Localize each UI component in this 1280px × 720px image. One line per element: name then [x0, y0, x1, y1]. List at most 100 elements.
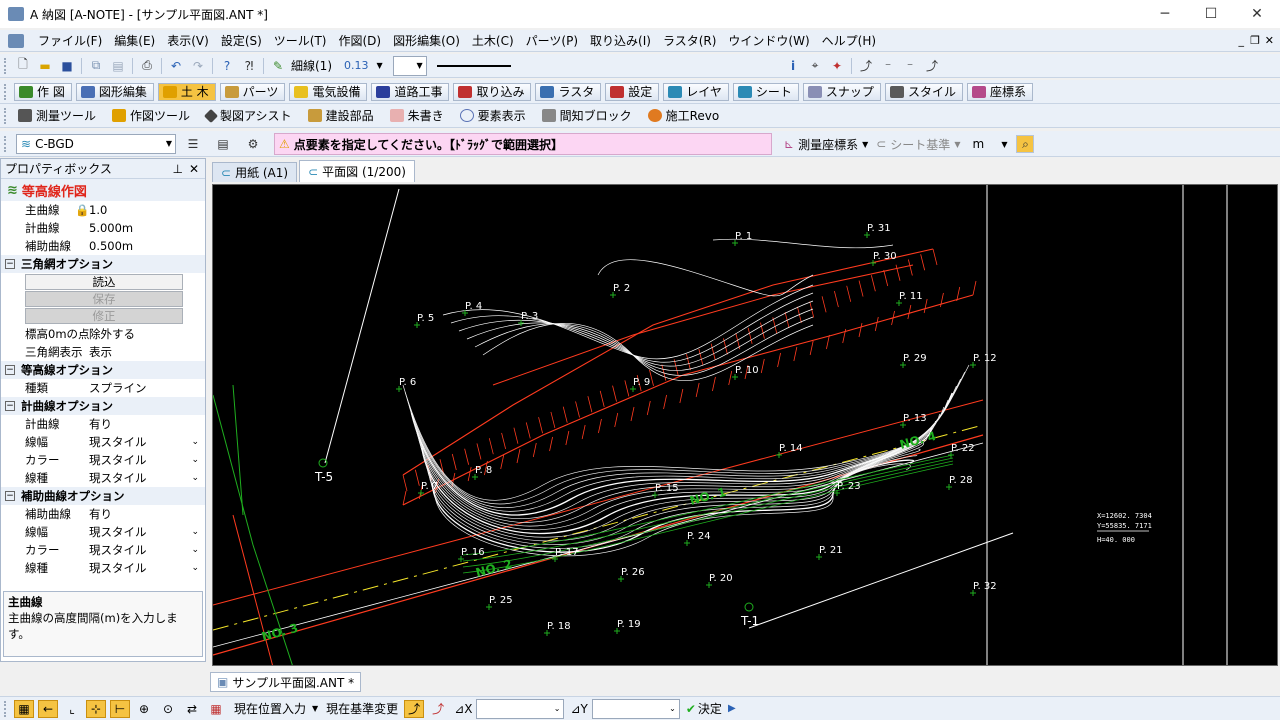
- main-contour-row[interactable]: 主曲線 🔒 1.0: [1, 201, 205, 219]
- elevation-zero-row[interactable]: 標高0mの点 除外する: [1, 325, 205, 343]
- snap-point-icon[interactable]: ⊹: [86, 699, 106, 718]
- menu-edit[interactable]: 編集(E): [108, 30, 161, 52]
- undo-icon[interactable]: ↶: [167, 57, 185, 75]
- tab-coord[interactable]: 座標系: [966, 82, 1033, 101]
- chevron-down-icon[interactable]: ⌄: [191, 545, 199, 555]
- prop-value[interactable]: 現スタイル: [69, 434, 205, 450]
- menu-raster[interactable]: ラスタ(R): [657, 30, 722, 52]
- layer-combo[interactable]: ≋ C-BGD ▼: [16, 133, 176, 154]
- sheet-base-label[interactable]: シート基準: [890, 136, 950, 153]
- drawing-canvas[interactable]: P. 1 P. 2 P. 3 P. 4 P. 5 P. 6 P. 7 P. 8 P. 9 P. 1…: [212, 184, 1278, 666]
- aux-color-row[interactable]: カラー 現スタイル ⌄: [1, 541, 205, 559]
- index-color-row[interactable]: カラー 現スタイル ⌄: [1, 451, 205, 469]
- help-icon[interactable]: ?: [218, 57, 236, 75]
- paste-icon[interactable]: ▤: [109, 57, 127, 75]
- menu-parts[interactable]: パーツ(P): [520, 30, 584, 52]
- drafting-assist-button[interactable]: 製図アシスト: [203, 106, 292, 126]
- grid-icon[interactable]: ▦: [14, 699, 34, 718]
- redo-icon[interactable]: ↷: [189, 57, 207, 75]
- chevron-down-icon[interactable]: ⌄: [191, 473, 199, 483]
- arrow-left-icon[interactable]: ←: [38, 699, 58, 718]
- triangle-options-section[interactable]: − 三角網オプション: [1, 255, 205, 273]
- prop-value[interactable]: 0.500m: [69, 239, 205, 253]
- snap-step-icon[interactable]: ⌞: [62, 700, 82, 718]
- chevron-down-icon[interactable]: ▼: [312, 704, 318, 713]
- pin-icon[interactable]: ⊥: [173, 162, 183, 176]
- menu-draw[interactable]: 作図(D): [333, 30, 388, 52]
- prop-value[interactable]: 現スタイル: [69, 452, 205, 468]
- swap-icon[interactable]: ⇄: [182, 700, 202, 718]
- close-button[interactable]: ✕: [1234, 0, 1280, 28]
- maximize-button[interactable]: ☐: [1188, 0, 1234, 28]
- tab-road[interactable]: 道路工事: [371, 82, 450, 101]
- prop-value[interactable]: 現スタイル: [69, 470, 205, 486]
- tab-shape-edit[interactable]: 図形編集: [75, 82, 154, 101]
- copy-icon[interactable]: ⧉: [87, 57, 105, 75]
- aux-width-row[interactable]: 線幅 現スタイル ⌄: [1, 523, 205, 541]
- element-display-button[interactable]: 要素表示: [459, 106, 526, 126]
- tab-paper[interactable]: ⊂ 用紙 (A1): [212, 162, 298, 182]
- prop-value[interactable]: 除外する: [69, 326, 205, 342]
- prop-value[interactable]: 1.0: [69, 203, 205, 217]
- tab-sheet[interactable]: シート: [732, 82, 799, 101]
- type-row[interactable]: 種類 スプライン: [1, 379, 205, 397]
- save-icon[interactable]: ■: [58, 57, 76, 75]
- mdi-restore-icon[interactable]: ❐: [1250, 34, 1260, 47]
- prop-value[interactable]: 現スタイル: [69, 524, 205, 540]
- linewidth-dropdown-icon[interactable]: ▼: [377, 61, 383, 70]
- chevron-down-icon[interactable]: ⌄: [191, 455, 199, 465]
- index-contour-row[interactable]: 計曲線 5.000m: [1, 219, 205, 237]
- ok-button[interactable]: 決定: [698, 700, 722, 717]
- layer-list-icon[interactable]: ☰: [184, 135, 202, 153]
- target-icon[interactable]: ⊕: [134, 700, 154, 718]
- snap-icon-4[interactable]: ⤴: [923, 57, 941, 75]
- tab-snap[interactable]: スナップ: [802, 82, 881, 101]
- minimize-button[interactable]: ─: [1142, 0, 1188, 28]
- chevron-down-icon[interactable]: ⌄: [191, 437, 199, 447]
- contour-options-section[interactable]: − 等高線オプション: [1, 361, 205, 379]
- snap-icon-3[interactable]: ⁻: [901, 57, 919, 75]
- index-enabled-row[interactable]: 計曲線 有り: [1, 415, 205, 433]
- print-icon[interactable]: ⎙: [138, 57, 156, 75]
- tab-draw[interactable]: 作 図: [14, 82, 72, 101]
- chevron-down-icon[interactable]: ▼: [954, 140, 960, 149]
- tab-plan[interactable]: ⊂ 平面図 (1/200): [299, 160, 415, 182]
- linewidth-value[interactable]: 0.13: [344, 59, 369, 72]
- collapse-icon[interactable]: −: [5, 259, 15, 269]
- tab-raster[interactable]: ラスタ: [535, 82, 602, 101]
- linetype-label[interactable]: 細線(1): [291, 56, 332, 76]
- menu-file[interactable]: ファイル(F): [32, 30, 108, 52]
- menu-settings[interactable]: 設定(S): [215, 30, 268, 52]
- prop-value[interactable]: 有り: [69, 416, 205, 432]
- aux-enabled-row[interactable]: 補助曲線 有り: [1, 505, 205, 523]
- current-position-input[interactable]: 現在位置入力: [234, 700, 306, 717]
- dx-input[interactable]: ⌄: [476, 698, 565, 719]
- cad-drawing[interactable]: P. 1 P. 2 P. 3 P. 4 P. 5 P. 6 P. 7 P. 8 P. 9 P. 1…: [213, 185, 1278, 666]
- magnifier-icon[interactable]: ⌕: [1016, 135, 1035, 153]
- aux-linetype-row[interactable]: 線種 現スタイル ⌄: [1, 559, 205, 577]
- chevron-down-icon[interactable]: ⌄: [191, 563, 199, 573]
- prop-value[interactable]: 現スタイル: [69, 560, 205, 576]
- collapse-icon[interactable]: −: [5, 401, 15, 411]
- center-icon[interactable]: ⊙: [158, 700, 178, 718]
- layer-stack-icon[interactable]: ▤: [214, 135, 232, 153]
- tab-layer[interactable]: レイヤ: [663, 82, 729, 101]
- menu-tools[interactable]: ツール(T): [268, 30, 333, 52]
- pick-icon[interactable]: ⤴: [428, 700, 448, 718]
- tab-parts[interactable]: パーツ: [219, 82, 286, 101]
- layer-settings-icon[interactable]: ⚙: [244, 135, 262, 153]
- menu-civil[interactable]: 土木(C): [466, 30, 520, 52]
- context-help-icon[interactable]: ⁈: [240, 57, 258, 75]
- close-icon[interactable]: ✕: [189, 162, 199, 176]
- prop-value[interactable]: 表示: [69, 344, 205, 360]
- dy-input[interactable]: ⌄: [591, 698, 680, 719]
- red-annotation-button[interactable]: 朱書き: [389, 106, 444, 126]
- prop-value[interactable]: スプライン: [69, 380, 205, 396]
- collapse-icon[interactable]: −: [5, 365, 15, 375]
- eyedropper-icon[interactable]: ⌖: [806, 57, 824, 75]
- aux-options-section[interactable]: − 補助曲線オプション: [1, 487, 205, 505]
- origin-icon[interactable]: ⤴: [404, 699, 425, 718]
- new-file-icon[interactable]: 🗋: [14, 57, 32, 75]
- coord-system-label[interactable]: 測量座標系: [798, 136, 858, 153]
- file-tab[interactable]: ▣ サンプル平面図.ANT *: [210, 672, 362, 692]
